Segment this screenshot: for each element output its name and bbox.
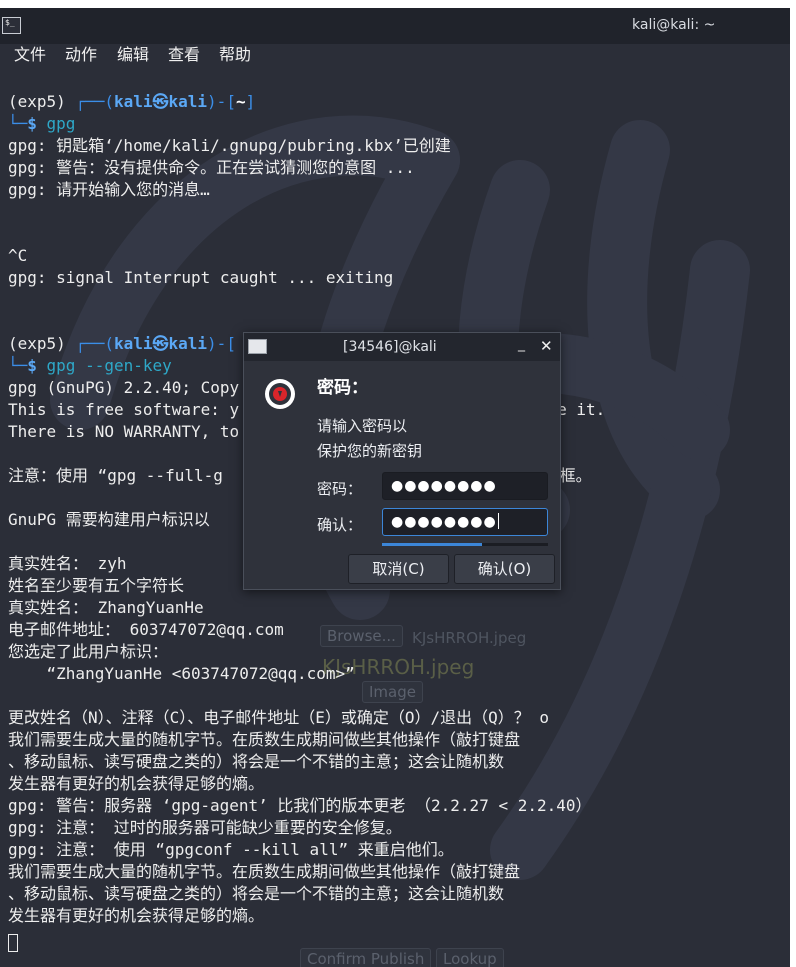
window-icon	[248, 339, 267, 354]
terminal-text: GnuPG 需要构建用户标识以	[8, 510, 210, 529]
password-quality-fill	[382, 543, 482, 546]
terminal-text: )-[	[207, 92, 236, 111]
terminal-line: 发生器有更好的机会获得足够的熵。	[8, 773, 790, 795]
terminal-line: 我们需要生成大量的随机字节。在质数生成期间做些其他操作（敲打键盘	[8, 729, 790, 751]
terminal-text: 、移动鼠标、读写硬盘之类的）将会是一个不错的主意；这会让随机数	[8, 752, 505, 771]
terminal-text: $	[27, 114, 47, 133]
terminal-text: 真实姓名： ZhangYuanHe	[8, 598, 204, 617]
terminal-text: gpg (GnuPG) 2.2.40; Copy	[8, 378, 240, 397]
minimize-icon[interactable]: _	[518, 336, 525, 352]
terminal-text: ]	[245, 92, 256, 111]
dialog-description-line2: 保护您的新密钥	[317, 442, 423, 460]
password-field[interactable]: ●●●●●●●●	[382, 472, 548, 500]
menu-edit[interactable]: 编辑	[117, 44, 149, 66]
terminal-icon: $_	[2, 17, 21, 34]
ok-button[interactable]: 确认(O)	[454, 554, 555, 584]
terminal-text: )-[	[207, 334, 236, 353]
terminal-line: 发生器有更好的机会获得足够的熵。	[8, 905, 790, 927]
pinentry-dialog: [34546]@kali _ ✕ 密码： 请输入密码以 保护您的新密钥 密码： …	[243, 332, 561, 590]
confirm-password-field[interactable]: ●●●●●●●●	[382, 508, 548, 536]
terminal-text: gpg: 请开始输入您的消息…	[8, 180, 210, 199]
terminal-text: └─	[8, 356, 28, 375]
terminal-text: kali㉿kali	[113, 92, 208, 111]
terminal-line: gpg: 注意： 过时的服务器可能缺少重要的安全修复。	[8, 817, 790, 839]
password-label: 密码：	[317, 480, 363, 498]
terminal-text: ~	[235, 92, 246, 111]
terminal-line: gpg: 请开始输入您的消息…	[8, 179, 790, 201]
confirm-value: ●●●●●●●●	[391, 514, 497, 530]
password-quality-bar	[382, 543, 548, 546]
terminal-line: gpg: 钥匙箱‘/home/kali/.gnupg/pubring.kbx’已…	[8, 135, 790, 157]
terminal-text: gpg: 钥匙箱‘/home/kali/.gnupg/pubring.kbx’已…	[8, 136, 451, 155]
dialog-title-bar[interactable]: [34546]@kali _ ✕	[244, 333, 560, 361]
terminal-text: $	[27, 356, 47, 375]
terminal-cursor	[8, 934, 18, 952]
terminal-line: 更改姓名（N）、注释（C）、电子邮件地址（E）或确定（O）/退出（Q）？ o	[8, 707, 790, 729]
terminal-text: (exp5)	[8, 334, 76, 353]
terminal-line: └─$ gpg	[8, 113, 790, 135]
title-bar[interactable]: $_ kali@kali: ~	[0, 8, 790, 44]
dialog-heading: 密码：	[317, 378, 368, 398]
terminal-text: └─	[8, 114, 28, 133]
terminal-text: ┌──(	[75, 92, 114, 111]
cancel-button[interactable]: 取消(C)	[348, 554, 449, 584]
terminal-text: ^C	[8, 246, 28, 265]
text-caret	[497, 513, 499, 529]
menu-view[interactable]: 查看	[168, 44, 200, 66]
password-value: ●●●●●●●●	[391, 478, 497, 494]
terminal-text: ┌──(	[75, 334, 114, 353]
menu-action[interactable]: 动作	[65, 44, 97, 66]
menu-help[interactable]: 帮助	[219, 44, 251, 66]
terminal-line: ^C	[8, 245, 790, 267]
terminal-line: 、移动鼠标、读写硬盘之类的）将会是一个不错的主意；这会让随机数	[8, 883, 790, 905]
terminal-text: kali㉿kali	[113, 334, 208, 353]
terminal-text: gpg: signal Interrupt caught ... exiting	[8, 268, 394, 287]
terminal-text: gpg: 注意： 过时的服务器可能缺少重要的安全修复。	[8, 818, 402, 837]
terminal-text: 、移动鼠标、读写硬盘之类的）将会是一个不错的主意；这会让随机数	[8, 884, 505, 903]
terminal-line: gpg: 注意： 使用 “gpgconf --kill all” 来重启他们。	[8, 839, 790, 861]
menu-file[interactable]: 文件	[14, 44, 46, 66]
terminal-text: 真实姓名： zyh	[8, 554, 127, 573]
terminal-text: 我们需要生成大量的随机字节。在质数生成期间做些其他操作（敲打键盘	[8, 862, 521, 881]
terminal-text: 发生器有更好的机会获得足够的熵。	[8, 774, 265, 793]
terminal-text: (exp5)	[8, 92, 76, 111]
terminal-line: 电子邮件地址： 603747072@qq.com	[8, 619, 790, 641]
terminal-line: (exp5) ┌──(kali㉿kali)-[~]	[8, 91, 790, 113]
confirm-label: 确认：	[317, 516, 363, 534]
terminal-line: gpg: signal Interrupt caught ... exiting	[8, 267, 790, 289]
terminal-text: 我们需要生成大量的随机字节。在质数生成期间做些其他操作（敲打键盘	[8, 730, 521, 749]
terminal-line: “ZhangYuanHe <603747072@qq.com>”	[8, 663, 790, 685]
terminal-text: 更改姓名（N）、注释（C）、电子邮件地址（E）或确定（O）/退出（Q）？ o	[8, 708, 550, 727]
terminal-text: There is NO WARRANTY, to	[8, 422, 240, 441]
terminal-text: 姓名至少要有五个字符长	[8, 576, 185, 595]
terminal-line: 真实姓名： ZhangYuanHe	[8, 597, 790, 619]
terminal-line: gpg: 警告：服务器 ‘gpg-agent’ 比我们的版本更老 （2.2.27…	[8, 795, 790, 817]
close-icon[interactable]: ✕	[540, 337, 553, 355]
dialog-title: [34546]@kali	[343, 339, 437, 355]
menu-bar: 文件 动作 编辑 查看 帮助	[0, 44, 790, 70]
terminal-text: gpg	[46, 114, 76, 133]
terminal-text: “ZhangYuanHe <603747072@qq.com>”	[8, 664, 355, 683]
terminal-text: 发生器有更好的机会获得足够的熵。	[8, 906, 265, 925]
terminal-text: gpg: 注意： 使用 “gpgconf --kill all” 来重启他们。	[8, 840, 454, 859]
pinentry-lock-icon	[265, 379, 295, 409]
terminal-text: 您选定了此用户标识：	[8, 642, 169, 661]
terminal-text: 电子邮件地址： 603747072@qq.com	[8, 620, 284, 639]
terminal-line: 、移动鼠标、读写硬盘之类的）将会是一个不错的主意；这会让随机数	[8, 751, 790, 773]
terminal-line: gpg: 警告：没有提供命令。正在尝试猜测您的意图 ...	[8, 157, 790, 179]
window-title: kali@kali: ~	[632, 17, 716, 33]
terminal-text: gpg: 警告：服务器 ‘gpg-agent’ 比我们的版本更老 （2.2.27…	[8, 796, 592, 815]
terminal-text: gpg --gen-key	[46, 356, 172, 375]
terminal-line: 您选定了此用户标识：	[8, 641, 790, 663]
terminal-line: 我们需要生成大量的随机字节。在质数生成期间做些其他操作（敲打键盘	[8, 861, 790, 883]
terminal-text: gpg: 警告：没有提供命令。正在尝试猜测您的意图 ...	[8, 158, 415, 177]
dialog-description-line1: 请输入密码以	[317, 417, 408, 435]
